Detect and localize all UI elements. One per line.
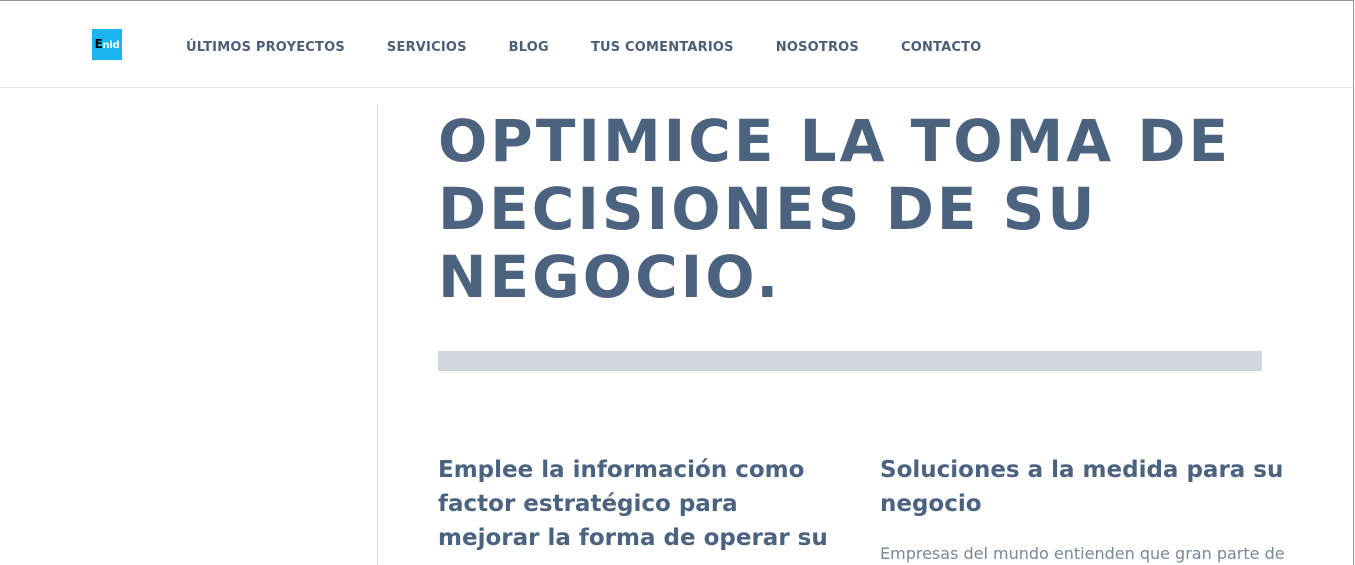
logo-letter: E xyxy=(94,37,103,51)
nav-link-servicios[interactable]: SERVICIOS xyxy=(387,39,467,57)
hero-divider-bar xyxy=(438,351,1262,371)
vertical-divider xyxy=(377,105,378,565)
logo-text: nid xyxy=(102,40,120,51)
nav-link-nosotros[interactable]: NOSOTROS xyxy=(776,39,859,57)
nav-link-tus-comentarios[interactable]: TUS COMENTARIOS xyxy=(591,39,734,57)
feature-heading-left: Emplee la información como factor estrat… xyxy=(438,457,828,551)
page: Enid ÚLTIMOS PROYECTOS SERVICIOS BLOG TU… xyxy=(0,0,1354,565)
brand-logo[interactable]: Enid xyxy=(92,29,122,60)
hero-title: OPTIMICE LA TOMA DE DECISIONES DE SU NEG… xyxy=(438,107,1232,311)
feature-text-right: Empresas del mundo entienden que gran pa… xyxy=(880,544,1285,563)
nav-link-blog[interactable]: BLOG xyxy=(509,39,549,57)
nav-link-ultimos-proyectos[interactable]: ÚLTIMOS PROYECTOS xyxy=(186,39,345,57)
nav-link-contacto[interactable]: CONTACTO xyxy=(901,39,981,57)
main-nav: ÚLTIMOS PROYECTOS SERVICIOS BLOG TUS COM… xyxy=(186,39,1023,57)
feature-heading-right: Soluciones a la medida para su negocio xyxy=(880,457,1284,517)
top-navigation-bar: Enid ÚLTIMOS PROYECTOS SERVICIOS BLOG TU… xyxy=(0,1,1353,88)
